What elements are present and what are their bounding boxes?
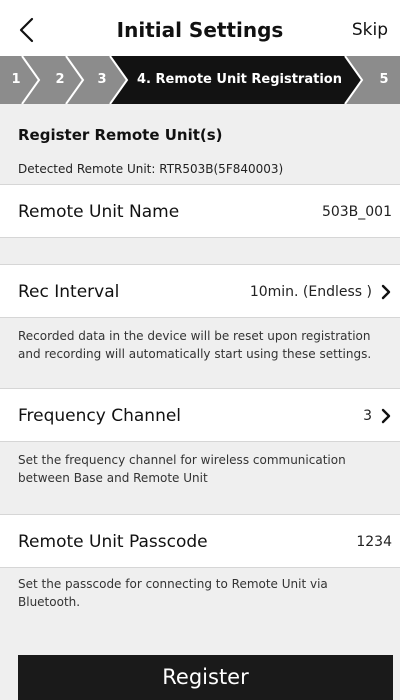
rec-interval-value: 10min. (Endless ) [249,284,372,300]
page-title: Initial Settings [116,18,284,42]
step-2: 2 [55,72,65,87]
frequency-channel-value: 3 [363,408,372,424]
remote-unit-name-row[interactable]: Remote Unit Name 503B_001 [0,184,400,238]
skip-button[interactable]: Skip [352,20,388,40]
remote-unit-passcode-row[interactable]: Remote Unit Passcode 1234 [0,514,400,568]
section-title: Register Remote Unit(s) [18,126,223,144]
step-4-active: 4. Remote Unit Registration [137,72,342,87]
step-1: 1 [11,72,21,87]
remote-unit-passcode-label: Remote Unit Passcode [18,532,208,552]
rec-interval-label: Rec Interval [18,282,120,302]
passcode-note: Set the passcode for connecting to Remot… [18,577,328,609]
frequency-channel-label: Frequency Channel [18,406,182,426]
frequency-channel-row[interactable]: Frequency Channel 3 [0,388,400,442]
remote-unit-passcode-value: 1234 [356,534,392,550]
step-3: 3 [97,72,107,87]
frequency-channel-note: Set the frequency channel for wireless c… [18,453,346,485]
rec-interval-note: Recorded data in the device will be rese… [18,329,372,361]
step-5: 5 [379,72,389,87]
detected-unit-text: Detected Remote Unit: RTR503B(5F840003) [18,162,284,176]
register-button[interactable]: Register [18,655,393,700]
remote-unit-name-value: 503B_001 [321,204,392,220]
rec-interval-row[interactable]: Rec Interval 10min. (Endless ) [0,264,400,318]
chevron-right-icon [381,284,391,300]
progress-stepper: 1 2 3 4. Remote Unit Registration 5 [0,56,400,104]
app-header: Initial Settings Skip [0,0,400,56]
remote-unit-name-label: Remote Unit Name [18,202,180,222]
chevron-right-icon [381,408,391,424]
